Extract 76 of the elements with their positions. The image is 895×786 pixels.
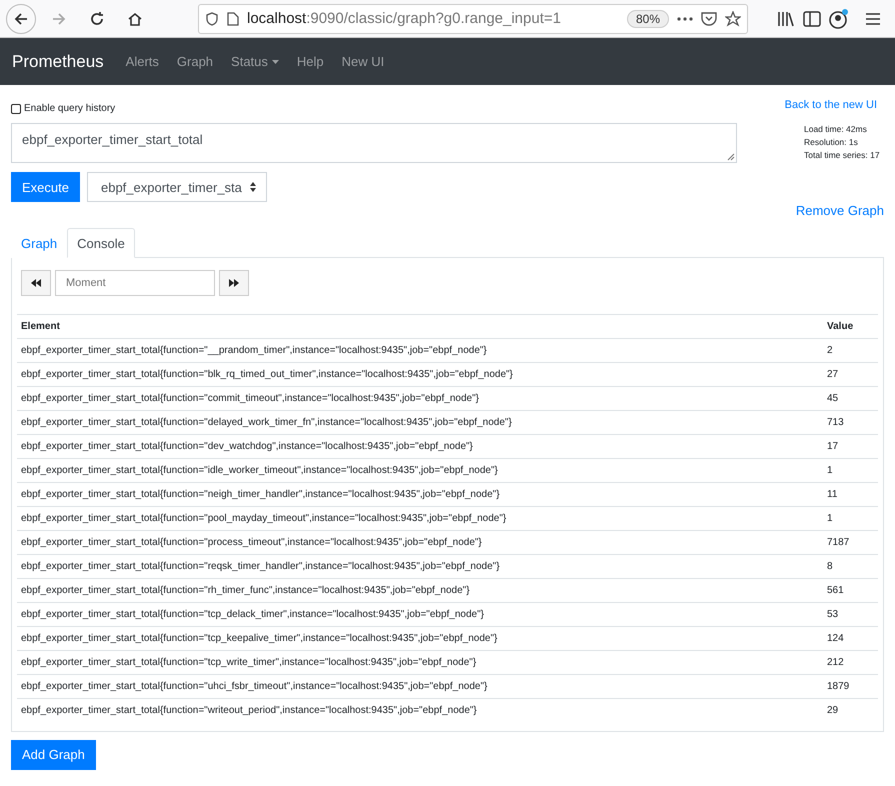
resize-handle-icon[interactable] — [726, 152, 735, 161]
query-stat: Resolution: 1s — [804, 136, 859, 149]
table-cell: ebpf_exporter_timer_start_total{function="pool_mayday_timeout",instance="localhost:9435",job="ebpf_node"} — [17, 506, 823, 530]
updown-caret-icon — [250, 182, 256, 192]
fast-forward-icon — [229, 279, 239, 287]
add-graph-button[interactable]: Add Graph — [11, 740, 96, 770]
pocket-icon[interactable] — [701, 12, 717, 26]
moment-field[interactable]: Moment — [55, 270, 215, 296]
forward-arrow-icon — [51, 10, 67, 26]
back-link[interactable]: Back to the new UI — [784, 98, 877, 110]
tab[interactable]: Console — [67, 228, 135, 258]
table-cell: 713 — [823, 410, 878, 434]
table-cell: 124 — [823, 626, 878, 650]
caret-icon — [272, 60, 279, 64]
table-cell: 11 — [823, 482, 878, 506]
table-cell: 561 — [823, 578, 878, 602]
column-header: Value — [823, 314, 878, 338]
table-cell: ebpf_exporter_timer_start_total{function="writeout_period",instance="localhost:9435",job="ebpf_node"} — [17, 698, 823, 722]
nav-link[interactable]: Graph — [176, 54, 214, 69]
table-cell: ebpf_exporter_timer_start_total{function="idle_worker_timeout",instance="localhost:9435",job="ebpf_node"} — [17, 458, 823, 482]
zoom-level[interactable]: 80% — [626, 10, 669, 28]
table-cell: ebpf_exporter_timer_start_total{function="blk_rq_timed_out_timer",instance="localhost:9435",job="ebpf_node"} — [17, 362, 823, 386]
table-cell: 8 — [823, 554, 878, 578]
home-icon — [127, 10, 143, 26]
table-cell: ebpf_exporter_timer_start_total{function="__prandom_timer",instance="localhost:9435",job="ebpf_node"} — [17, 338, 823, 362]
menu-icon[interactable] — [865, 12, 881, 26]
rewind-button[interactable] — [21, 270, 51, 296]
table-cell: 7187 — [823, 530, 878, 554]
account-icon[interactable] — [829, 8, 849, 28]
table-cell: ebpf_exporter_timer_start_total{function="neigh_timer_handler",instance="localhost:9435",job="ebpf_node"} — [17, 482, 823, 506]
nav-link[interactable]: Status — [231, 54, 279, 69]
shield-icon — [205, 12, 219, 26]
page-icon — [227, 12, 239, 26]
table-cell: ebpf_exporter_timer_start_total{function="process_timeout",instance="localhost:9435",job="ebpf_node"} — [17, 530, 823, 554]
brand-title[interactable]: Prometheus — [12, 52, 104, 72]
table-cell: 1 — [823, 458, 878, 482]
sidebar-icon[interactable] — [803, 10, 821, 26]
forward-time-button[interactable] — [219, 270, 249, 296]
table-cell: 1879 — [823, 674, 878, 698]
nav-link[interactable]: New UI — [342, 54, 384, 69]
table-cell: 45 — [823, 386, 878, 410]
back-arrow-icon — [13, 10, 29, 26]
table-cell: ebpf_exporter_timer_start_total{function="delayed_work_timer_fn",instance="localhost:9435",job="ebpf_node"} — [17, 410, 823, 434]
metric-select[interactable]: ebpf_exporter_timer_sta — [86, 172, 267, 202]
table-cell: 53 — [823, 602, 878, 626]
table-cell: ebpf_exporter_timer_start_total{function="rh_timer_func",instance="localhost:9435",job="ebpf_node"} — [17, 578, 823, 602]
address-bar[interactable]: localhost:9090/classic/graph?g0.range_input=1 80% — [198, 4, 748, 34]
library-icon[interactable] — [777, 10, 795, 26]
rewind-icon — [31, 279, 41, 287]
back-button[interactable] — [6, 4, 36, 34]
table-cell: 29 — [823, 698, 878, 722]
table-cell: 1 — [823, 506, 878, 530]
table-cell: 2 — [823, 338, 878, 362]
table-cell: 212 — [823, 650, 878, 674]
table-cell: ebpf_exporter_timer_start_total{function="tcp_keepalive_timer",instance="localhost:9435",job="ebpf_node"} — [17, 626, 823, 650]
table-cell: 27 — [823, 362, 878, 386]
table-cell: ebpf_exporter_timer_start_total{function="reqsk_timer_handler",instance="localhost:9435",job="ebpf_node"} — [17, 554, 823, 578]
execute-button[interactable]: Execute — [11, 172, 80, 202]
remove-graph-link[interactable]: Remove Graph — [796, 203, 884, 218]
more-icon[interactable] — [677, 16, 693, 20]
expression-input[interactable]: ebpf_exporter_timer_start_total — [11, 123, 737, 163]
table-cell: ebpf_exporter_timer_start_total{function="tcp_write_timer",instance="localhost:9435",job="ebpf_node"} — [17, 650, 823, 674]
table-cell: ebpf_exporter_timer_start_total{function="commit_timeout",instance="localhost:9435",job="ebpf_node"} — [17, 386, 823, 410]
history-checkbox[interactable] — [11, 104, 21, 114]
nav-link[interactable]: Alerts — [126, 54, 159, 69]
query-stat: Total time series: 17 — [804, 149, 881, 162]
star-icon[interactable] — [725, 10, 741, 26]
table-cell: ebpf_exporter_timer_start_total{function="tcp_delack_timer",instance="localhost:9435",job="ebpf_node"} — [17, 602, 823, 626]
column-header: Element — [17, 314, 823, 338]
reload-icon — [89, 10, 105, 26]
nav-link[interactable]: Help — [296, 54, 324, 69]
checkbox-label: Enable query history — [24, 103, 116, 114]
table-cell: ebpf_exporter_timer_start_total{function="dev_watchdog",instance="localhost:9435",job="ebpf_node"} — [17, 434, 823, 458]
table-cell: 17 — [823, 434, 878, 458]
query-stat: Load time: 42ms — [804, 123, 868, 136]
table-cell: ebpf_exporter_timer_start_total{function="uhci_fsbr_timeout",instance="localhost:9435",job="ebpf_node"} — [17, 674, 823, 698]
